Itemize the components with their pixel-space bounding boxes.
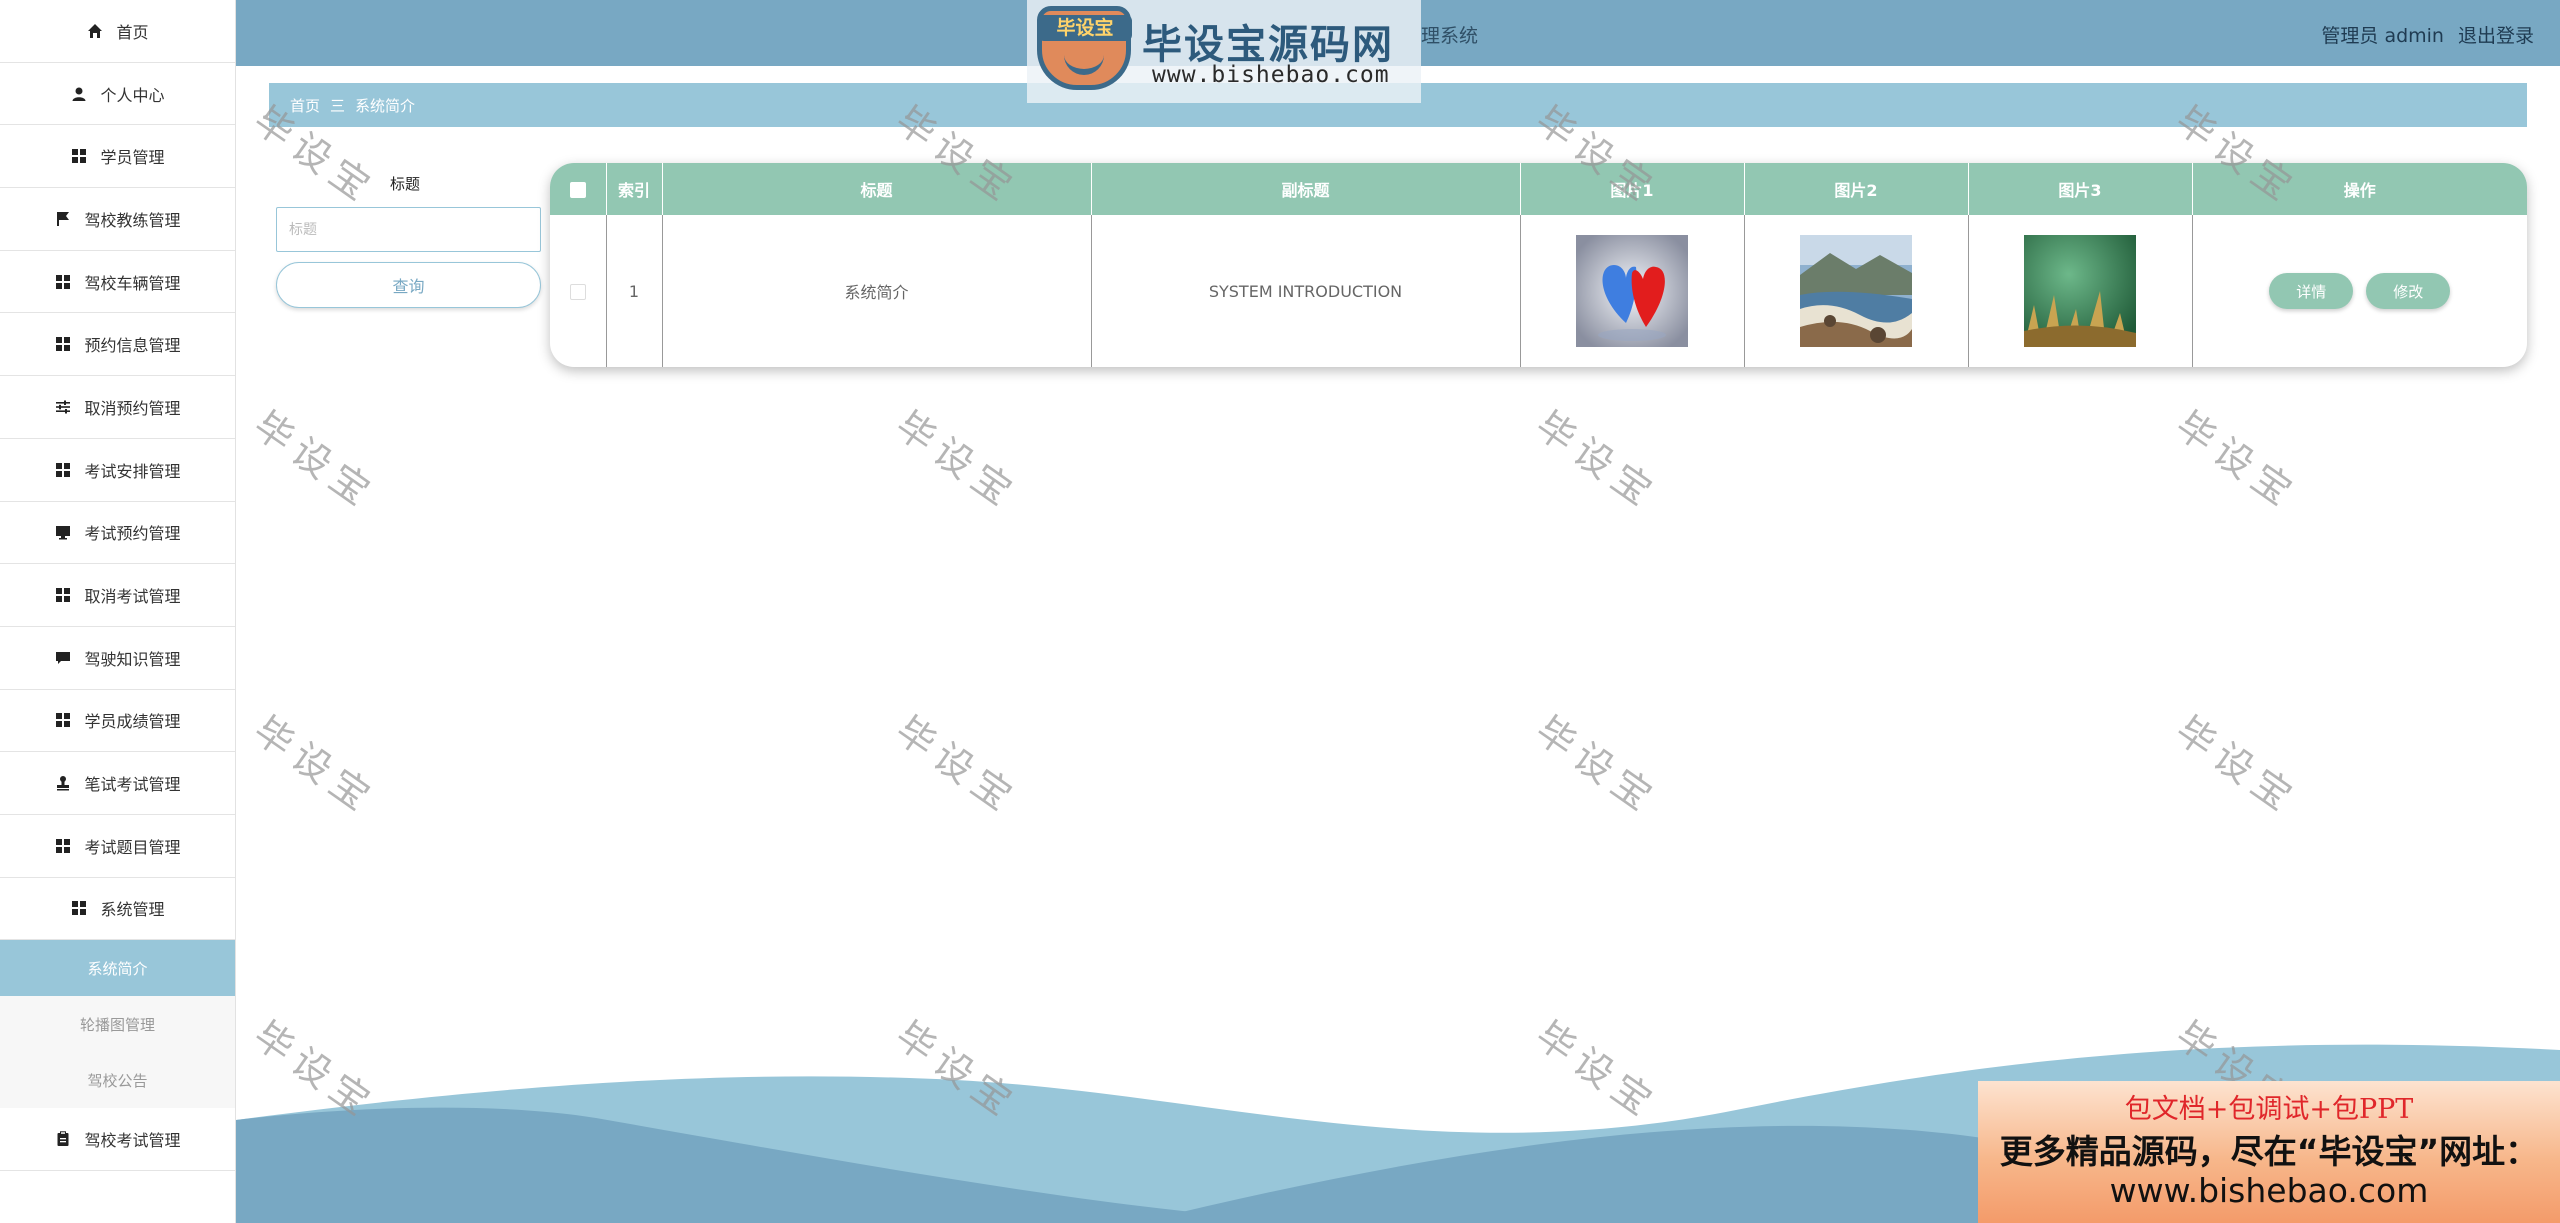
sidebar-item-students[interactable]: 学员管理 xyxy=(0,125,235,189)
title-search-input[interactable] xyxy=(276,207,541,252)
grid-icon xyxy=(54,461,72,479)
col-image1: 图片1 xyxy=(1520,163,1745,215)
sidebar-item-profile[interactable]: 个人中心 xyxy=(0,63,235,126)
watermark: 毕设宝 xyxy=(2167,402,2307,518)
home-icon xyxy=(86,22,104,40)
sidebar-item-label: 预约信息管理 xyxy=(84,336,181,356)
watermark: 毕设宝 xyxy=(887,707,1027,823)
grid-icon xyxy=(54,273,72,291)
promo-banner[interactable]: 包文档+包调试+包PPT 更多精品源码，尽在“毕设宝”网址： www.bishe… xyxy=(1978,1081,2560,1223)
grid-icon xyxy=(54,586,72,604)
sidebar-item-label: 笔试考试管理 xyxy=(84,775,181,795)
stamp-icon xyxy=(54,774,72,792)
sidebar-item-label: 驾驶知识管理 xyxy=(84,649,181,669)
header-user-area: 管理员 admin 退出登录 xyxy=(2307,21,2534,48)
edit-button[interactable]: 修改 xyxy=(2366,273,2451,309)
grid-icon xyxy=(70,147,88,165)
sidebar-item-label: 考试题目管理 xyxy=(84,837,181,857)
sidebar-item-driving-knowledge[interactable]: 驾驶知识管理 xyxy=(0,627,235,690)
sidebar-item-label: 个人中心 xyxy=(100,85,165,105)
watermark: 毕设宝 xyxy=(245,707,385,823)
breadcrumb-separator: 三 xyxy=(330,96,346,115)
sidebar-item-home[interactable]: 首页 xyxy=(0,0,235,63)
sidebar-item-label: 考试安排管理 xyxy=(84,461,181,481)
admin-label: 管理员 admin xyxy=(2321,25,2444,47)
sidebar-item-label: 取消预约管理 xyxy=(84,398,181,418)
data-table: 索引 标题 副标题 图片1 图片2 图片3 操作 1 系统简介 SYSTEM I… xyxy=(550,163,2527,367)
sidebar-item-school-exams[interactable]: 驾校考试管理 xyxy=(0,1108,235,1171)
promo-line-1: 包文档+包调试+包PPT xyxy=(2124,1094,2414,1125)
chat-icon xyxy=(54,649,72,667)
watermark: 毕设宝 xyxy=(887,402,1027,518)
cell-index: 1 xyxy=(606,215,663,367)
sidebar-item-coaches[interactable]: 驾校教练管理 xyxy=(0,188,235,251)
sidebar-item-label: 学员管理 xyxy=(100,148,165,168)
grid-icon xyxy=(70,899,88,917)
sidebar-item-questions[interactable]: 考试题目管理 xyxy=(0,815,235,878)
watermark: 毕设宝 xyxy=(1527,707,1667,823)
sidebar-subitem-system-intro[interactable]: 系统简介 xyxy=(0,940,235,997)
grid-icon xyxy=(54,837,72,855)
col-actions: 操作 xyxy=(2343,181,2376,200)
sliders-icon xyxy=(54,398,72,416)
watermark: 毕设宝 xyxy=(2167,707,2307,823)
cell-title: 系统简介 xyxy=(662,215,1092,367)
sidebar-subitem-announcements[interactable]: 驾校公告 xyxy=(0,1052,235,1109)
query-button[interactable]: 查询 xyxy=(276,262,541,308)
watermark: 毕设宝 xyxy=(1527,402,1667,518)
sidebar-item-reservations[interactable]: 预约信息管理 xyxy=(0,313,235,377)
sidebar-item-cancel-exams[interactable]: 取消考试管理 xyxy=(0,564,235,627)
cell-subtitle: SYSTEM INTRODUCTION xyxy=(1091,215,1521,367)
sidebar-item-label: 驾校车辆管理 xyxy=(84,273,181,293)
sidebar-item-vehicles[interactable]: 驾校车辆管理 xyxy=(0,251,235,314)
bishebao-logo: 毕设宝 毕设宝源码网 www.bishebao.com xyxy=(1027,0,1421,103)
col-title: 标题 xyxy=(662,163,1092,215)
table-header-row: 索引 标题 副标题 图片1 图片2 图片3 操作 xyxy=(550,163,2527,215)
coast-image[interactable] xyxy=(1800,235,1912,347)
user-icon xyxy=(70,85,88,103)
sidebar-item-label: 取消考试管理 xyxy=(84,587,181,607)
grid-icon xyxy=(54,711,72,729)
sidebar-item-exam-schedule[interactable]: 考试安排管理 xyxy=(0,439,235,502)
col-image3: 图片3 xyxy=(1968,163,2193,215)
sidebar-subitem-carousel[interactable]: 轮播图管理 xyxy=(0,996,235,1053)
grass-image[interactable] xyxy=(2024,235,2136,347)
sidebar-item-label: 驾校考试管理 xyxy=(84,1131,181,1151)
breadcrumb-home[interactable]: 首页 xyxy=(290,95,320,116)
sidebar-item-label: 学员成绩管理 xyxy=(84,712,181,732)
sidebar-item-scores[interactable]: 学员成绩管理 xyxy=(0,690,235,753)
monitor-icon xyxy=(54,523,72,541)
sidebar-item-label: 首页 xyxy=(116,22,149,42)
mascot-icon: 毕设宝 xyxy=(1037,6,1132,90)
col-image2: 图片2 xyxy=(1744,163,1969,215)
sidebar-item-system[interactable]: 系统管理 xyxy=(0,878,235,941)
promo-line-2: 更多精品源码，尽在“毕设宝”网址： xyxy=(1999,1132,2539,1171)
sidebar-item-exam-reservations[interactable]: 考试预约管理 xyxy=(0,502,235,565)
logout-link[interactable]: 退出登录 xyxy=(2458,25,2534,47)
logo-url: www.bishebao.com xyxy=(1152,62,1390,88)
sidebar: 首页 个人中心 学员管理 驾校教练管理 驾校车辆管理 预约信息管理 取消预约管理… xyxy=(0,0,236,1223)
clipboard-icon xyxy=(54,1130,72,1148)
grid-icon xyxy=(54,335,72,353)
select-all-checkbox[interactable] xyxy=(569,182,586,198)
header-title: 理系统 xyxy=(1421,25,1479,47)
sidebar-item-written-exams[interactable]: 笔试考试管理 xyxy=(0,752,235,815)
watermark: 毕设宝 xyxy=(245,402,385,518)
col-index: 索引 xyxy=(606,163,663,215)
breadcrumb-current: 系统简介 xyxy=(355,96,416,115)
promo-line-3: www.bishebao.com xyxy=(2109,1171,2429,1210)
row-checkbox[interactable] xyxy=(569,284,586,300)
flag-icon xyxy=(54,210,72,228)
col-subtitle: 副标题 xyxy=(1091,163,1521,215)
hearts-image[interactable] xyxy=(1576,235,1688,347)
logo-badge-text: 毕设宝 xyxy=(1038,15,1132,41)
sidebar-item-cancel-reservations[interactable]: 取消预约管理 xyxy=(0,376,235,439)
sidebar-item-label: 驾校教练管理 xyxy=(84,210,181,230)
sidebar-item-label: 系统管理 xyxy=(100,900,165,920)
detail-button[interactable]: 详情 xyxy=(2269,273,2354,309)
sidebar-item-label: 考试预约管理 xyxy=(84,524,181,544)
search-label: 标题 xyxy=(390,175,421,193)
table-row: 1 系统简介 SYSTEM INTRODUCTION 详情 修改 xyxy=(550,215,2527,367)
